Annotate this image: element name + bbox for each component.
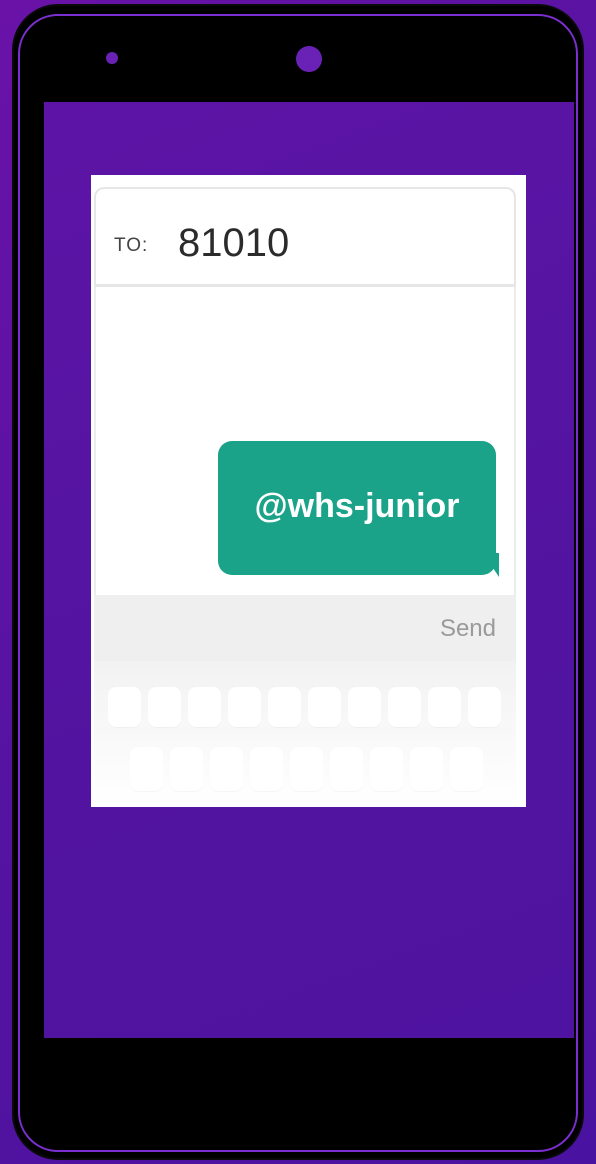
- keyboard-row-1: [108, 687, 501, 727]
- keyboard-key[interactable]: [170, 747, 203, 791]
- keyboard-key[interactable]: [228, 687, 261, 727]
- keyboard-key[interactable]: [370, 747, 403, 791]
- recipient-field[interactable]: TO: 81010: [94, 187, 516, 287]
- camera-icon: [296, 46, 322, 72]
- keyboard-key[interactable]: [130, 747, 163, 791]
- compose-bar: Send: [94, 595, 516, 661]
- keyboard-key[interactable]: [188, 687, 221, 727]
- keyboard-key[interactable]: [468, 687, 501, 727]
- recipient-number: 81010: [178, 221, 290, 265]
- keyboard-key[interactable]: [450, 747, 483, 791]
- keyboard-key[interactable]: [210, 747, 243, 791]
- speaker-icon: [106, 52, 118, 64]
- send-button[interactable]: Send: [440, 615, 496, 643]
- keyboard-key[interactable]: [410, 747, 443, 791]
- keyboard-key[interactable]: [388, 687, 421, 727]
- keyboard-key[interactable]: [148, 687, 181, 727]
- recipient-label: TO:: [114, 235, 149, 256]
- keyboard-key[interactable]: [330, 747, 363, 791]
- keyboard-key[interactable]: [108, 687, 141, 727]
- bubble-tail: [483, 553, 499, 577]
- keyboard: [94, 661, 516, 807]
- keyboard-key[interactable]: [308, 687, 341, 727]
- keyboard-key[interactable]: [348, 687, 381, 727]
- message-text: @whs-junior: [254, 487, 460, 525]
- sms-compose-card: TO: 81010 @whs-junior Send: [91, 175, 526, 807]
- keyboard-key[interactable]: [250, 747, 283, 791]
- keyboard-key[interactable]: [290, 747, 323, 791]
- keyboard-key[interactable]: [268, 687, 301, 727]
- message-bubble: @whs-junior: [218, 441, 496, 575]
- keyboard-row-2: [130, 747, 483, 791]
- keyboard-key[interactable]: [428, 687, 461, 727]
